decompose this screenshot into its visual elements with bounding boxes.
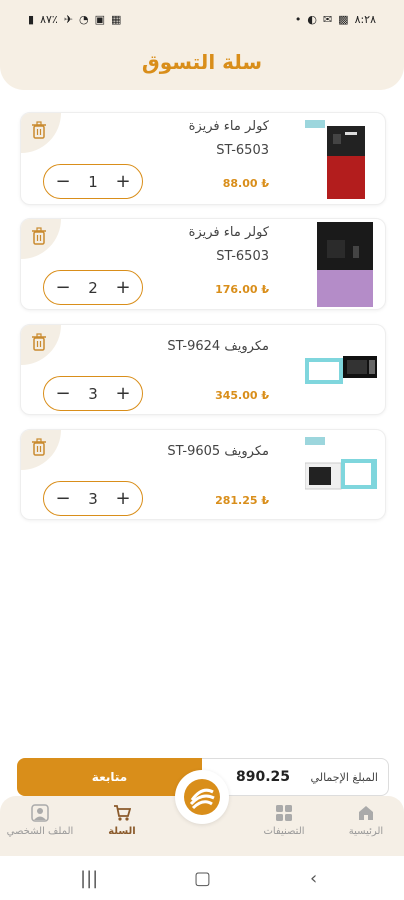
app-logo[interactable] [175, 770, 229, 824]
cart-list: كولر ماء فريزة ST-6503 88.00 ₺ − 1 + كول… [20, 112, 386, 535]
grid-icon [276, 805, 292, 821]
nav-home[interactable]: الرئيسية [326, 804, 404, 837]
back-icon[interactable]: ‹ [310, 868, 317, 889]
total-box: 890.25 المبلغ الإجمالي [202, 758, 389, 796]
trash-icon[interactable] [31, 333, 47, 351]
product-model: ST-6503 [216, 143, 269, 158]
cart-item: مكرويف ST-9624 345.00 ₺ − 3 + [20, 324, 386, 415]
quantity-value: 2 [88, 278, 98, 297]
logo-icon [184, 779, 220, 815]
status-right: • ◐ ✉ ▩ ٨:٢٨ [295, 14, 376, 25]
product-name: مكرويف ST-9605 [167, 444, 269, 459]
nav-categories[interactable]: التصنيفات [244, 804, 324, 837]
trash-icon[interactable] [31, 121, 47, 139]
battery-percent: ٨٧٪ [40, 13, 58, 26]
system-nav: ||| ▢ ‹ [0, 856, 404, 900]
home-icon [359, 806, 373, 820]
increase-button[interactable]: + [114, 383, 132, 404]
home-button-icon[interactable]: ▢ [194, 868, 211, 889]
nav-home-label: الرئيسية [348, 826, 384, 837]
quantity-stepper: − 3 + [43, 376, 143, 411]
airplane-icon: ✈ [63, 13, 74, 26]
decrease-button[interactable]: − [54, 488, 72, 509]
increase-button[interactable]: + [114, 277, 132, 298]
cart-item: كولر ماء فريزة ST-6503 176.00 ₺ − 2 + [20, 218, 386, 310]
status-bar: ▮ ٨٧٪ ✈ ◔ ▣ ▦ • ◐ ✉ ▩ ٨:٢٨ [0, 0, 404, 40]
product-image [305, 356, 377, 384]
quantity-stepper: − 3 + [43, 481, 143, 516]
product-image [317, 222, 373, 307]
nav-profile-label: الملف الشخصي [6, 826, 74, 837]
nav-cart[interactable]: السلة [82, 804, 162, 837]
cart-icon [114, 805, 131, 821]
cart-item: كولر ماء فريزة ST-6503 88.00 ₺ − 1 + [20, 112, 386, 205]
product-price: 176.00 ₺ [215, 283, 269, 296]
decrease-button[interactable]: − [54, 383, 72, 404]
total-value: 890.25 [236, 769, 291, 785]
product-price: 345.00 ₺ [215, 389, 269, 402]
increase-button[interactable]: + [114, 171, 132, 192]
time: ٨:٢٨ [354, 13, 376, 26]
continue-button[interactable]: متابعة [17, 758, 202, 796]
product-model: ST-6503 [216, 249, 269, 264]
product-image [305, 437, 377, 490]
sim-icon: ▣ [94, 13, 106, 26]
recent-apps-icon[interactable]: ||| [80, 868, 98, 889]
cart-item: مكرويف ST-9605 281.25 ₺ − 3 + [20, 429, 386, 520]
product-name: كولر ماء فريزة [188, 119, 269, 134]
quantity-value: 3 [88, 489, 98, 508]
quantity-value: 1 [88, 172, 98, 191]
theme-icon: ◐ [307, 13, 317, 26]
gallery-icon: ▩ [338, 13, 349, 26]
gmail-icon: ✉ [322, 13, 333, 26]
product-name: مكرويف ST-9624 [167, 339, 269, 354]
total-label: المبلغ الإجمالي [310, 770, 378, 784]
nav-cart-label: السلة [108, 826, 136, 837]
profile-icon [31, 804, 49, 822]
page-title: سلة التسوق [141, 50, 263, 74]
wifi-icon: ◔ [79, 13, 89, 26]
nav-profile[interactable]: الملف الشخصي [0, 804, 80, 837]
product-image [305, 120, 365, 199]
decrease-button[interactable]: − [54, 277, 72, 298]
product-price: 88.00 ₺ [222, 177, 269, 190]
battery-icon: ▮ [28, 13, 35, 26]
trash-icon[interactable] [31, 438, 47, 456]
trash-icon[interactable] [31, 227, 47, 245]
decrease-button[interactable]: − [54, 171, 72, 192]
quantity-value: 3 [88, 384, 98, 403]
product-name: كولر ماء فريزة [188, 225, 269, 240]
calendar-icon: ▦ [111, 13, 122, 26]
dot-icon: • [294, 13, 302, 26]
status-left: ▮ ٨٧٪ ✈ ◔ ▣ ▦ [28, 14, 121, 25]
product-price: 281.25 ₺ [215, 494, 269, 507]
nav-categories-label: التصنيفات [263, 826, 305, 837]
quantity-stepper: − 1 + [43, 164, 143, 199]
increase-button[interactable]: + [114, 488, 132, 509]
quantity-stepper: − 2 + [43, 270, 143, 305]
